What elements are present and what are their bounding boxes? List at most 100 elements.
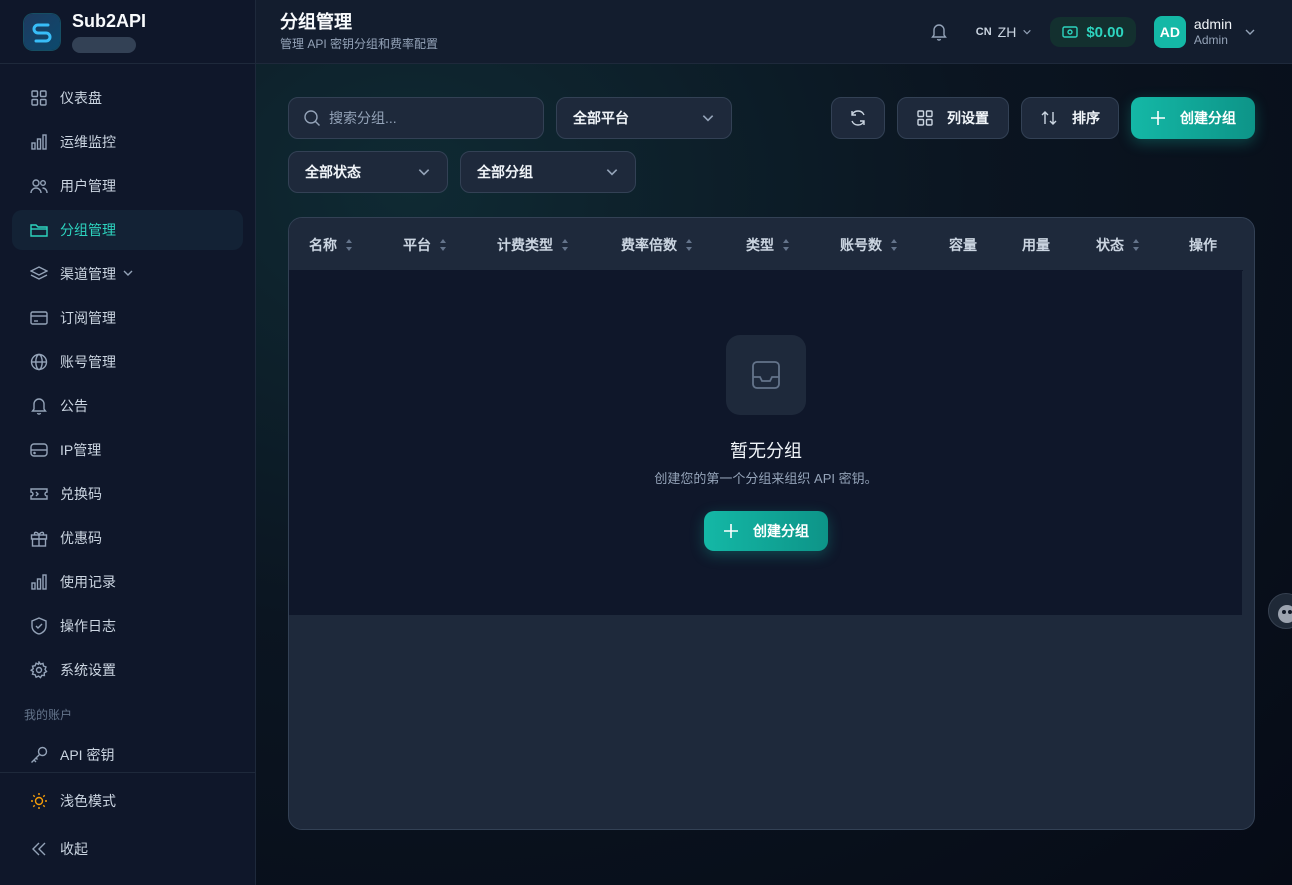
sidebar-item-label: 用户管理 bbox=[60, 178, 116, 194]
sidebar-item-usage[interactable]: 使用记录 bbox=[12, 562, 243, 602]
groups-table: 名称 平台 计费类型 费率倍数 类型 账号数 容量 用量 状态 操作 暂无分组 … bbox=[288, 217, 1255, 830]
sidebar-item-channels[interactable]: 渠道管理 bbox=[12, 254, 243, 294]
platform-filter-select[interactable]: 全部平台 bbox=[556, 97, 732, 139]
plus-icon bbox=[723, 523, 739, 539]
sidebar-item-label: 使用记录 bbox=[60, 574, 116, 590]
sort-arrows-icon bbox=[1040, 109, 1058, 127]
sort-label: 排序 bbox=[1072, 110, 1100, 126]
refresh-icon bbox=[849, 109, 867, 127]
user-name: admin bbox=[1193, 16, 1232, 32]
main-content: 搜索分组... 全部平台 列设置 排序 创建分组 全部状态 全部分组 名称 平台… bbox=[256, 64, 1292, 885]
group-filter-value: 全部分组 bbox=[477, 164, 533, 180]
empty-state: 暂无分组 创建您的第一个分组来组织 API 密钥。 创建分组 bbox=[289, 271, 1243, 615]
sidebar-item-settings[interactable]: 系统设置 bbox=[12, 650, 243, 690]
page-title: 分组管理 bbox=[280, 12, 352, 32]
chevrons-left-icon bbox=[30, 840, 48, 858]
group-filter-select[interactable]: 全部分组 bbox=[460, 151, 636, 193]
column-header-platform[interactable]: 平台 bbox=[403, 218, 447, 271]
refresh-button[interactable] bbox=[831, 97, 885, 139]
column-label: 计费类型 bbox=[497, 236, 553, 253]
vertical-scrollbar[interactable] bbox=[1242, 271, 1254, 615]
sun-icon bbox=[30, 792, 48, 810]
sidebar-item-monitoring[interactable]: 运维监控 bbox=[12, 122, 243, 162]
sidebar-item-redeem[interactable]: 兑换码 bbox=[12, 474, 243, 514]
collapse-label: 收起 bbox=[60, 841, 88, 857]
table-header: 名称 平台 计费类型 费率倍数 类型 账号数 容量 用量 状态 操作 bbox=[289, 218, 1243, 271]
sort-caret-icon bbox=[561, 238, 569, 252]
column-label: 状态 bbox=[1096, 236, 1124, 253]
empty-description: 创建您的第一个分组来组织 API 密钥。 bbox=[654, 471, 878, 486]
brand-name: Sub2API bbox=[72, 10, 147, 31]
column-header-type[interactable]: 类型 bbox=[746, 218, 790, 271]
create-group-button[interactable]: 创建分组 bbox=[1131, 97, 1255, 139]
column-header-status[interactable]: 状态 bbox=[1096, 218, 1140, 271]
chevron-down-icon bbox=[605, 165, 619, 179]
sidebar-item-audit-log[interactable]: 操作日志 bbox=[12, 606, 243, 646]
gift-icon bbox=[30, 529, 48, 547]
column-label: 名称 bbox=[309, 236, 337, 253]
sidebar-item-label: 优惠码 bbox=[60, 530, 102, 546]
sidebar-item-users[interactable]: 用户管理 bbox=[12, 166, 243, 206]
notification-bell-icon[interactable] bbox=[930, 22, 950, 42]
language-switcher[interactable]: CN ZH bbox=[976, 24, 1033, 40]
balance-badge[interactable]: $0.00 bbox=[1050, 17, 1136, 47]
globe-icon bbox=[30, 353, 48, 371]
bell-icon bbox=[30, 397, 48, 415]
section-label-my-account: 我的账户 bbox=[24, 708, 73, 722]
theme-toggle-label: 浅色模式 bbox=[60, 793, 116, 809]
chevron-down-icon bbox=[1244, 26, 1256, 38]
sidebar: Sub2API 仪表盘 运维监控 用户管理 分组管理 渠道管理 订阅管理 账号管… bbox=[0, 0, 256, 885]
user-role: Admin bbox=[1193, 33, 1228, 47]
column-label: 平台 bbox=[403, 236, 431, 253]
sidebar-item-announcements[interactable]: 公告 bbox=[12, 386, 243, 426]
column-header-actions: 操作 bbox=[1189, 218, 1217, 271]
sidebar-item-ip[interactable]: IP管理 bbox=[12, 430, 243, 470]
create-group-label: 创建分组 bbox=[1180, 110, 1236, 126]
sidebar-item-label: 订阅管理 bbox=[60, 310, 116, 326]
column-header-rate-multiplier[interactable]: 费率倍数 bbox=[621, 218, 693, 271]
status-filter-select[interactable]: 全部状态 bbox=[288, 151, 448, 193]
flag-cn: CN bbox=[975, 26, 992, 38]
column-label: 账号数 bbox=[840, 236, 882, 253]
plus-icon bbox=[1150, 110, 1166, 126]
sort-caret-icon bbox=[345, 238, 353, 252]
sidebar-item-groups[interactable]: 分组管理 bbox=[12, 210, 243, 250]
column-header-capacity: 容量 bbox=[949, 218, 977, 271]
sidebar-item-label: 系统设置 bbox=[60, 662, 116, 678]
theme-toggle[interactable]: 浅色模式 bbox=[12, 781, 243, 821]
shield-icon bbox=[30, 617, 48, 635]
column-settings-label: 列设置 bbox=[947, 110, 989, 126]
sidebar-item-label: 分组管理 bbox=[60, 222, 116, 238]
column-label: 类型 bbox=[746, 236, 774, 253]
layers-icon bbox=[30, 265, 48, 283]
column-label: 容量 bbox=[949, 236, 977, 253]
search-input[interactable]: 搜索分组... bbox=[288, 97, 544, 139]
brand-logo-icon bbox=[24, 13, 60, 50]
credit-card-icon bbox=[30, 309, 48, 327]
page-subtitle: 管理 API 密钥分组和费率配置 bbox=[280, 37, 439, 51]
sidebar-item-label: IP管理 bbox=[60, 442, 102, 458]
bar-chart-icon bbox=[30, 573, 48, 591]
sidebar-item-dashboard[interactable]: 仪表盘 bbox=[12, 78, 243, 118]
sort-button[interactable]: 排序 bbox=[1021, 97, 1119, 139]
collapse-sidebar-button[interactable]: 收起 bbox=[12, 829, 243, 869]
sidebar-footer: 浅色模式 收起 bbox=[0, 772, 255, 885]
sort-caret-icon bbox=[439, 238, 447, 252]
grid-icon bbox=[917, 110, 933, 126]
empty-title: 暂无分组 bbox=[730, 441, 802, 461]
sidebar-item-promo[interactable]: 优惠码 bbox=[12, 518, 243, 558]
balance-amount: $0.00 bbox=[1086, 23, 1124, 41]
avatar: AD bbox=[1153, 16, 1186, 48]
sidebar-item-api-keys[interactable]: API 密钥 bbox=[12, 735, 243, 775]
column-header-billing-type[interactable]: 计费类型 bbox=[497, 218, 569, 271]
sidebar-item-accounts[interactable]: 账号管理 bbox=[12, 342, 243, 382]
column-label: 费率倍数 bbox=[621, 236, 677, 253]
sidebar-item-subscriptions[interactable]: 订阅管理 bbox=[12, 298, 243, 338]
chevron-down-icon bbox=[1022, 27, 1032, 37]
empty-create-group-button[interactable]: 创建分组 bbox=[704, 511, 828, 551]
column-header-name[interactable]: 名称 bbox=[309, 218, 353, 271]
brand[interactable]: Sub2API bbox=[0, 0, 255, 64]
column-header-account-count[interactable]: 账号数 bbox=[840, 218, 898, 271]
user-menu[interactable]: AD admin Admin bbox=[1153, 16, 1256, 48]
column-settings-button[interactable]: 列设置 bbox=[897, 97, 1009, 139]
